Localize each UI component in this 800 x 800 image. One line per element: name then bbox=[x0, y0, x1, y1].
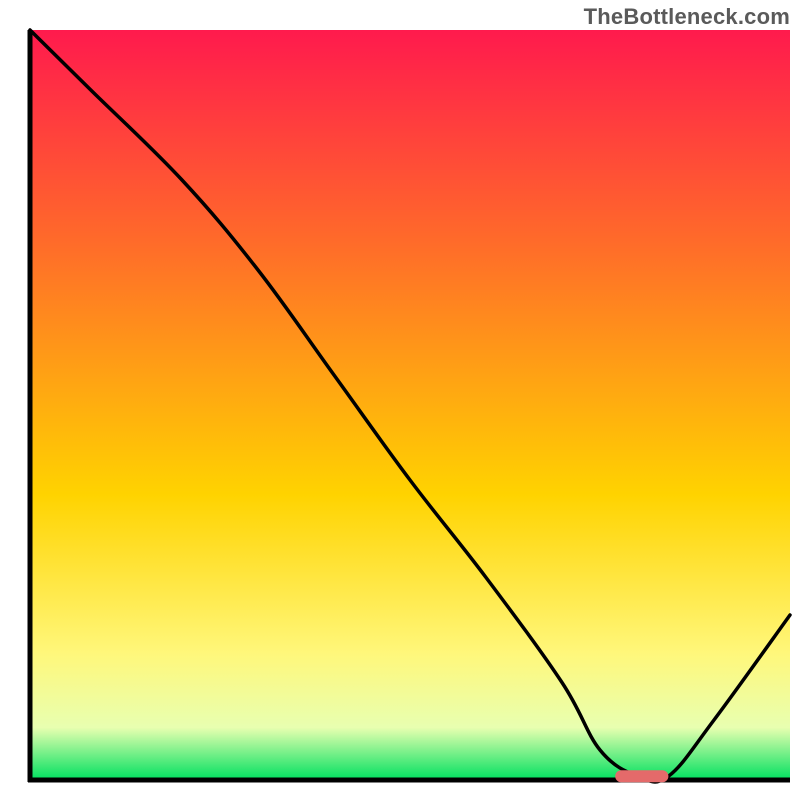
optimal-marker bbox=[615, 770, 668, 782]
watermark-text: TheBottleneck.com bbox=[584, 4, 790, 30]
chart-svg bbox=[0, 0, 800, 800]
bottleneck-chart: TheBottleneck.com bbox=[0, 0, 800, 800]
